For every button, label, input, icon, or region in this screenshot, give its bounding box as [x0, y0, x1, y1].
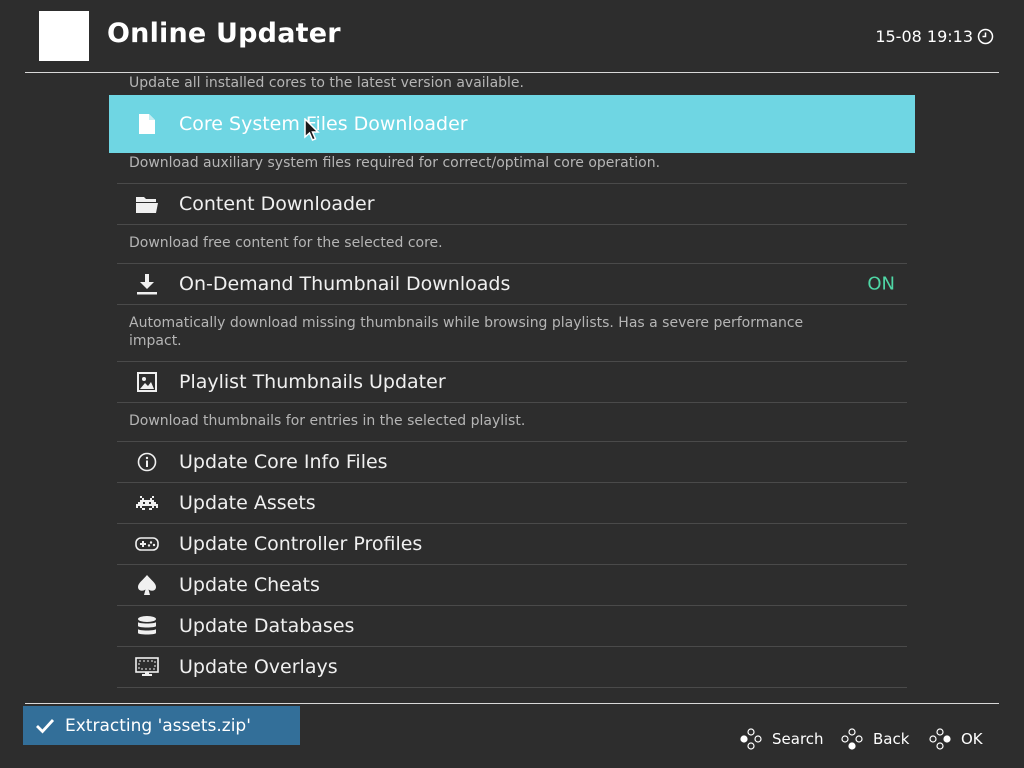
menu-item-core-system-files-downloader[interactable]: Core System Files Downloader — [109, 95, 915, 153]
sublabel-playlist-thumbnails: Download thumbnails for entries in the s… — [129, 413, 526, 429]
ok-label: OK — [961, 730, 983, 748]
image-icon — [135, 370, 159, 394]
monitor-icon — [135, 655, 159, 679]
divider — [117, 402, 907, 403]
invader-icon — [135, 491, 159, 515]
spade-icon — [135, 573, 159, 597]
menu-item-label: Update Assets — [179, 492, 316, 514]
menu-item-label: Update Databases — [179, 615, 355, 637]
gamepad-buttons-icon — [929, 728, 951, 750]
search-label: Search — [772, 730, 824, 748]
menu-item-update-overlays[interactable]: Update Overlays — [117, 647, 907, 687]
download-icon — [135, 272, 159, 296]
menu-item-label: Content Downloader — [179, 193, 375, 215]
divider — [117, 304, 907, 305]
menu-item-update-core-info-files[interactable]: Update Core Info Files — [117, 442, 907, 482]
file-icon — [135, 112, 159, 136]
menu-item-playlist-thumbnails-updater[interactable]: Playlist Thumbnails Updater — [117, 362, 907, 402]
gamepad-buttons-icon — [841, 728, 863, 750]
footer-divider — [25, 703, 999, 704]
sublabel-on-demand-thumbnails: Automatically download missing thumbnail… — [129, 315, 804, 349]
checkmark-icon — [35, 718, 55, 734]
mouse-cursor-icon — [304, 117, 320, 146]
menu-list: Update all installed cores to the latest… — [0, 0, 1024, 768]
gamepad-icon — [135, 532, 159, 556]
menu-item-update-assets[interactable]: Update Assets — [117, 483, 907, 523]
toggle-value[interactable]: ON — [867, 274, 895, 295]
menu-item-label: Update Controller Profiles — [179, 533, 423, 555]
menu-item-update-controller-profiles[interactable]: Update Controller Profiles — [117, 524, 907, 564]
menu-item-label: Update Core Info Files — [179, 451, 388, 473]
menu-item-label: On-Demand Thumbnail Downloads — [179, 273, 511, 295]
sublabel-content-downloader: Download free content for the selected c… — [129, 235, 443, 251]
back-label: Back — [873, 730, 910, 748]
toast-message: Extracting 'assets.zip' — [65, 715, 251, 736]
info-icon — [135, 450, 159, 474]
menu-item-content-downloader[interactable]: Content Downloader — [117, 184, 907, 224]
menu-item-on-demand-thumbnails[interactable]: On-Demand Thumbnail Downloads ON — [117, 264, 907, 304]
divider — [117, 224, 907, 225]
ok-button[interactable]: OK — [929, 728, 983, 750]
folder-icon — [135, 192, 159, 216]
menu-item-label: Update Cheats — [179, 574, 320, 596]
search-button[interactable]: Search — [740, 728, 824, 750]
sublabel-update-cores: Update all installed cores to the latest… — [129, 75, 524, 91]
menu-item-update-cheats[interactable]: Update Cheats — [117, 565, 907, 605]
gamepad-buttons-icon — [740, 728, 762, 750]
sublabel-core-system-files: Download auxiliary system files required… — [129, 155, 661, 171]
notification-toast: Extracting 'assets.zip' — [23, 706, 300, 745]
back-button[interactable]: Back — [841, 728, 909, 750]
menu-item-update-databases[interactable]: Update Databases — [117, 606, 907, 646]
divider — [117, 687, 907, 688]
menu-item-label: Core System Files Downloader — [179, 113, 468, 135]
menu-item-label: Update Overlays — [179, 656, 338, 678]
menu-item-label: Playlist Thumbnails Updater — [179, 371, 446, 393]
database-icon — [135, 614, 159, 638]
